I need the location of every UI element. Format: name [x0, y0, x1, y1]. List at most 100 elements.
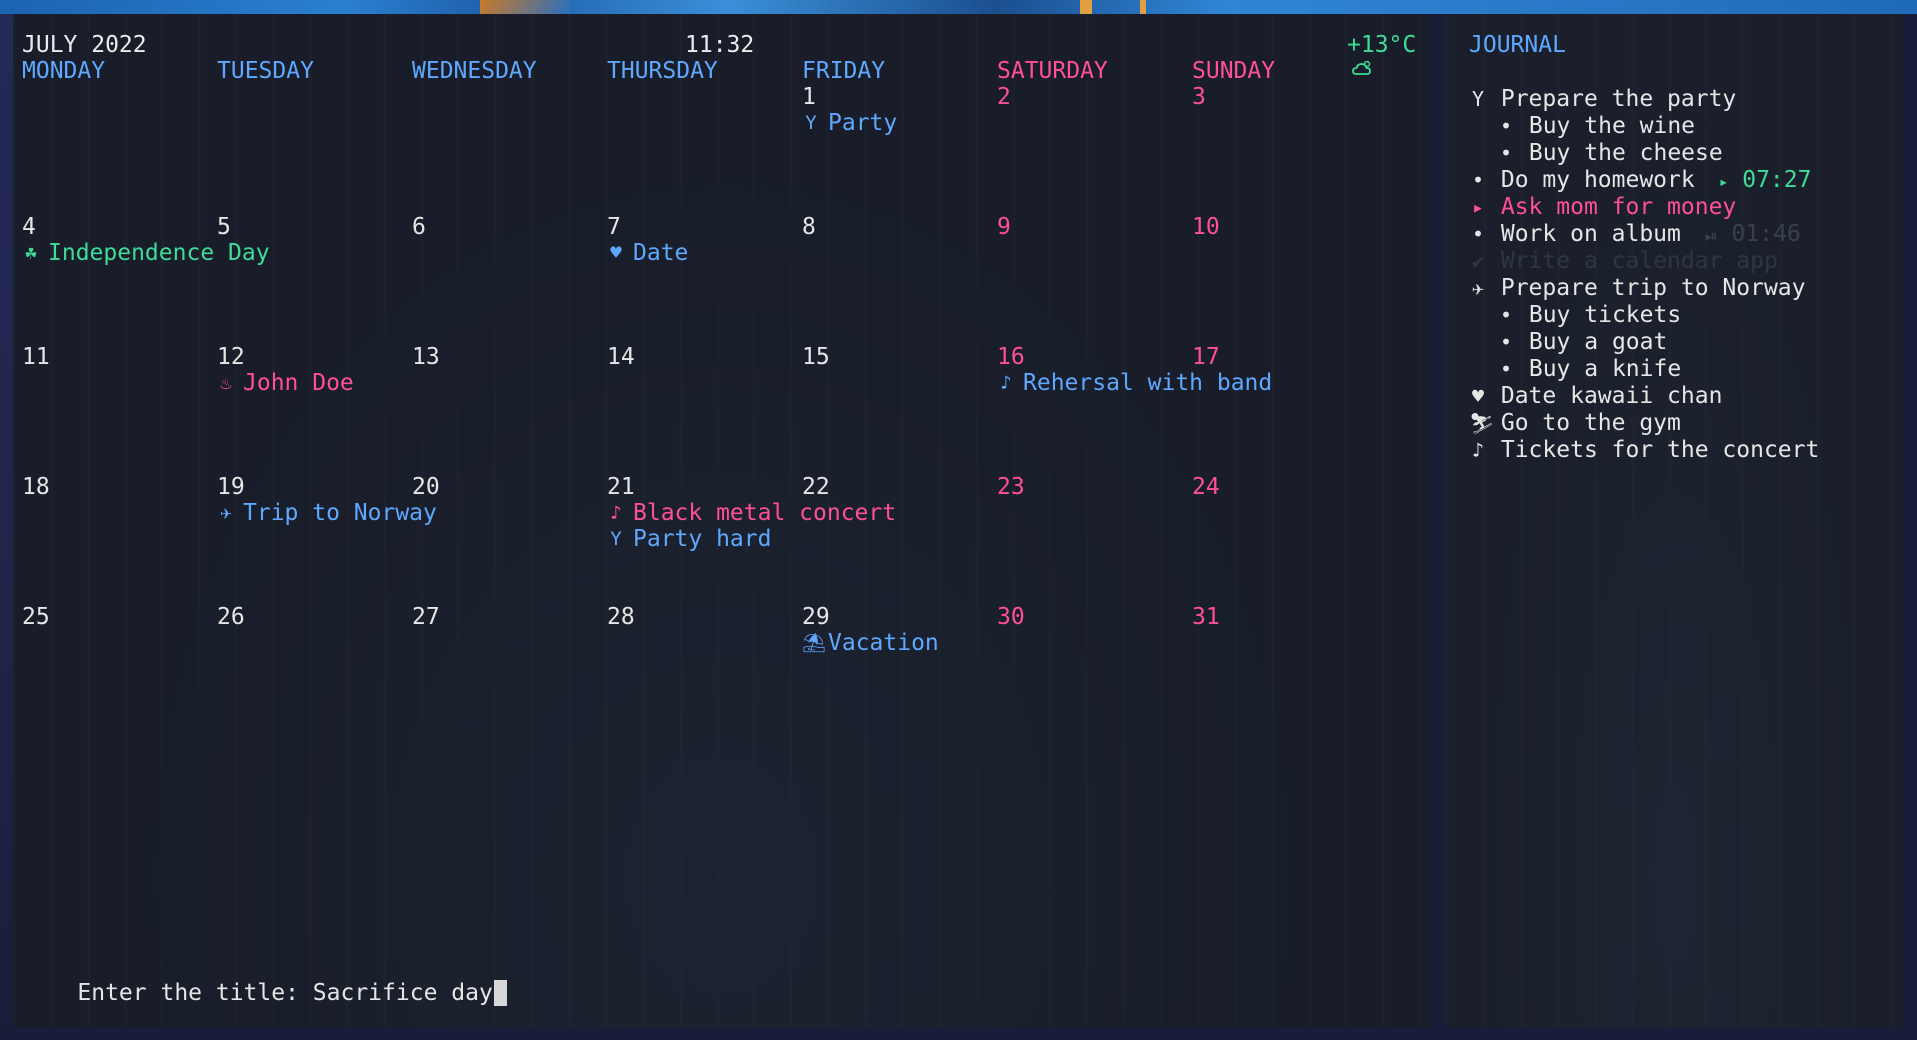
day-number[interactable]: 22 [802, 474, 830, 500]
journal-item[interactable]: ✈ Prepare trip to Norway [1469, 275, 1806, 301]
day-number[interactable]: 25 [22, 604, 50, 630]
day-number[interactable]: 23 [997, 474, 1025, 500]
day-number[interactable]: 12 [217, 344, 245, 370]
day-number[interactable]: 8 [802, 214, 816, 240]
day-number[interactable]: 6 [412, 214, 426, 240]
day-number[interactable]: 31 [1192, 604, 1220, 630]
heart-icon: ♥ [610, 242, 622, 264]
calendar-event[interactable]: ♪ Black metal concert [607, 500, 896, 526]
cocktail-icon: Y [1471, 87, 1485, 111]
journal-item-text: Buy a goat [1528, 329, 1668, 355]
calendar-event[interactable]: Y Party hard [607, 526, 771, 552]
day-number[interactable]: 14 [607, 344, 635, 370]
journal-timer[interactable]: ⏯ 01:46 [1705, 221, 1801, 247]
journal-item[interactable]: • Work on album ⏯ 01:46 [1469, 221, 1801, 249]
event-title: Vacation [828, 630, 939, 656]
journal-item-text: Buy the wine [1528, 113, 1696, 139]
temperature: +13°C [1347, 32, 1417, 58]
calendar-event[interactable]: ♥ Date [607, 240, 688, 266]
timer-value: 07:27 [1742, 167, 1812, 193]
calendar-window[interactable]: JULY 2022 11:32 +13°C MONDAY TUESDAY WEDNE… [13, 14, 1430, 1028]
day-number[interactable]: 7 [607, 214, 621, 240]
journal-item[interactable]: Y Prepare the party [1469, 86, 1736, 112]
day-number[interactable]: 1 [802, 84, 816, 110]
title-input[interactable]: Sacrifice day [313, 980, 493, 1006]
day-number[interactable]: 20 [412, 474, 440, 500]
calendar-event[interactable]: ♪ Rehersal with band [997, 370, 1272, 396]
journal-item[interactable]: ⛷ Go to the gym [1469, 410, 1681, 436]
day-number[interactable]: 3 [1192, 84, 1206, 110]
day-number[interactable]: 26 [217, 604, 245, 630]
weekday-tuesday: TUESDAY [217, 58, 314, 84]
day-number[interactable]: 24 [1192, 474, 1220, 500]
journal-window[interactable]: JOURNAL Y Prepare the party • Buy the win… [1446, 14, 1904, 1028]
weekday-monday: MONDAY [22, 58, 106, 84]
journal-item[interactable]: • Buy a goat [1497, 329, 1667, 355]
journal-title: JOURNAL [1469, 32, 1566, 58]
journal-item[interactable]: ♥ Date kawaii chan [1469, 383, 1722, 409]
desktop-edge [0, 14, 14, 1040]
day-number[interactable]: 13 [412, 344, 440, 370]
journal-item[interactable]: ▸ Ask mom for money [1469, 194, 1736, 220]
timer-value: 01:46 [1731, 221, 1801, 247]
running-person-icon: ⛷ [1469, 411, 1495, 435]
day-number[interactable]: 2 [997, 84, 1011, 110]
journal-item[interactable]: • Buy tickets [1497, 302, 1681, 328]
event-title: Rehersal with band [1023, 370, 1273, 396]
journal-item-text: Buy tickets [1528, 302, 1682, 328]
day-number[interactable]: 28 [607, 604, 635, 630]
journal-item[interactable]: ✔ Write a calendar app [1469, 248, 1778, 274]
music-note-icon: ♪ [1000, 372, 1012, 394]
journal-item-text: Work on album [1500, 221, 1681, 247]
day-number[interactable]: 15 [802, 344, 830, 370]
calendar-event[interactable]: Y Party [802, 110, 897, 136]
event-title: Party [828, 110, 898, 136]
day-number[interactable]: 9 [997, 214, 1011, 240]
calendar-event[interactable]: ✈ Trip to Norway [217, 500, 437, 526]
journal-item[interactable]: • Buy the wine [1497, 113, 1695, 139]
journal-item[interactable]: • Buy the cheese [1497, 140, 1723, 166]
weekday-friday: FRIDAY [802, 58, 886, 84]
calendar-event[interactable]: ☘ Independence Day [22, 240, 270, 266]
day-number[interactable]: 21 [607, 474, 635, 500]
day-number[interactable]: 17 [1192, 344, 1220, 370]
journal-item-text: Buy the cheese [1528, 140, 1723, 166]
day-number[interactable]: 5 [217, 214, 231, 240]
journal-item-text: Buy a knife [1528, 356, 1682, 382]
day-number[interactable]: 30 [997, 604, 1025, 630]
event-title: Independence Day [48, 240, 270, 266]
title-prompt[interactable]: Enter the title: Sacrifice day [22, 954, 507, 1028]
triangle-right-icon: ▸ [1471, 195, 1485, 219]
journal-item-text: Write a calendar app [1500, 248, 1778, 274]
cocktail-icon: Y [610, 528, 622, 550]
bullet-icon: • [1499, 303, 1513, 327]
day-number[interactable]: 29 [802, 604, 830, 630]
day-number[interactable]: 10 [1192, 214, 1220, 240]
day-number[interactable]: 18 [22, 474, 50, 500]
journal-timer[interactable]: ▸ 07:27 [1719, 167, 1812, 193]
event-title: Party hard [633, 526, 772, 552]
heart-icon: ♥ [1471, 384, 1485, 408]
day-number[interactable]: 16 [997, 344, 1025, 370]
journal-item[interactable]: • Do my homework ▸ 07:27 [1469, 167, 1812, 195]
journal-item[interactable]: ♪ Tickets for the concert [1469, 437, 1819, 463]
month-title: JULY 2022 [22, 32, 147, 58]
cocktail-icon: Y [805, 112, 817, 134]
calendar-event[interactable]: ⛱ Vacation [802, 630, 939, 656]
day-number[interactable]: 11 [22, 344, 50, 370]
journal-item[interactable]: • Buy a knife [1497, 356, 1681, 382]
journal-item-text: Do my homework [1500, 167, 1695, 193]
calendar-event[interactable]: ♨ John Doe [217, 370, 354, 396]
journal-item-text: Tickets for the concert [1500, 437, 1820, 463]
day-number[interactable]: 4 [22, 214, 36, 240]
day-number[interactable]: 19 [217, 474, 245, 500]
event-title: Date [633, 240, 689, 266]
day-number[interactable]: 27 [412, 604, 440, 630]
journal-item-text: Ask mom for money [1500, 194, 1737, 220]
